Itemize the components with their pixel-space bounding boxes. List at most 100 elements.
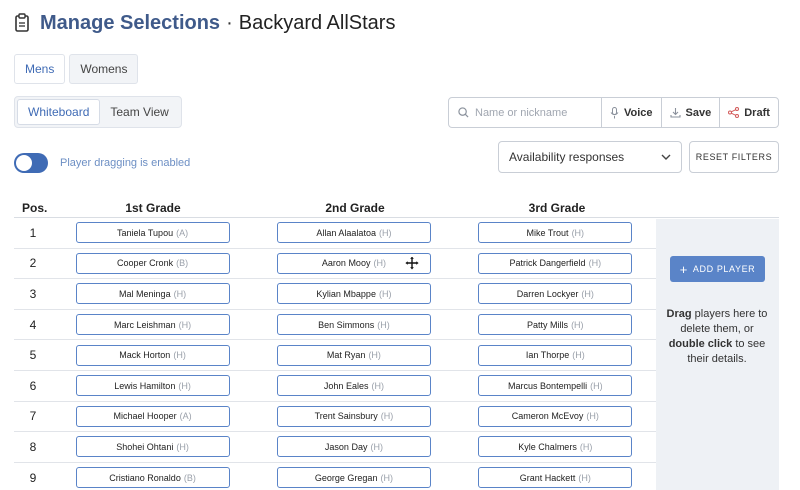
availability-code: (A) [179,411,192,422]
row-position: 5 [29,348,37,363]
chevron-down-icon [661,154,671,160]
team-name: Backyard AllStars [238,11,396,34]
search-box [449,98,602,127]
availability-code: (H) [588,258,602,269]
availability-code: (H) [578,472,591,483]
availability-code: (H) [370,441,383,452]
table-row: 8 Shohei Ohtani (H) Jason Day (H) Kyle Chalme… [14,432,656,463]
player-card[interactable]: Ian Thorpe (H) [478,344,633,366]
availability-code: (H) [586,411,599,422]
player-card[interactable]: Mack Horton (H) [75,344,230,366]
player-card[interactable]: Darren Lockyer (H) [478,283,633,305]
add-player-button[interactable]: + ADD PLAYER [670,256,765,282]
player-card[interactable]: Shohei Ohtani (H) [75,436,230,458]
availability-code: (H) [579,441,593,452]
reset-filters-button[interactable]: RESET FILTERS [689,141,779,173]
player-name: Marc Leishman [114,319,176,330]
availability-code: (H) [178,380,191,391]
player-card[interactable]: Patrick Dangerfield (H) [478,252,633,274]
player-card[interactable]: Lewis Hamilton (H) [75,375,230,397]
player-card[interactable]: Jason Day (H) [276,436,431,458]
player-name: Taniela Tupou [117,227,174,238]
player-card[interactable]: Marc Leishman (H) [75,314,230,336]
grade-cell: Mal Meninga (H) [52,283,253,305]
grade-cell: Lewis Hamilton (H) [52,375,253,397]
availability-code: (H) [571,227,585,238]
player-card[interactable]: Kylian Mbappe (H) [276,283,431,305]
grade-cell: Shohei Ohtani (H) [52,436,253,458]
row-position: 8 [29,439,37,454]
gender-tabs: Mens Womens [14,54,139,84]
player-name: Ian Thorpe [525,350,570,361]
player-name: Trent Sainsbury [314,411,378,422]
player-name: Mack Horton [119,350,171,361]
table-row: 2 Cooper Cronk (B) Aaron Mooy (H) Patrick Dan… [14,249,656,280]
player-card[interactable]: Michael Hooper (A) [75,405,230,427]
player-card[interactable]: Cameron McEvoy (H) [478,405,633,427]
player-card[interactable]: John Eales (H) [276,375,431,397]
header-2nd-grade: 2nd Grade [325,200,385,215]
tab-womens[interactable]: Womens [69,54,139,84]
save-label: Save [685,106,712,119]
availability-select-value: Availability responses [509,150,625,164]
grade-cell: Marc Leishman (H) [52,314,253,336]
voice-button[interactable]: Voice [602,98,662,127]
availability-code: (H) [380,472,393,483]
tab-team-view[interactable]: Team View [100,99,178,125]
availability-code: (H) [378,227,392,238]
player-name: Mike Trout [526,227,569,238]
player-card[interactable]: Mat Ryan (H) [276,344,431,366]
grade-cell: Patrick Dangerfield (H) [455,252,656,274]
row-position: 3 [29,286,37,301]
grade-cell: Kylian Mbappe (H) [253,283,454,305]
drag-toggle[interactable] [14,153,48,173]
page-header: Manage Selections · Backyard AllStars [14,10,395,36]
tab-mens[interactable]: Mens [14,54,66,84]
draft-button[interactable]: Draft [720,98,778,127]
availability-code: (B) [176,258,189,269]
grade-cell: Grant Hackett (H) [455,467,656,489]
player-name: Shohei Ohtani [116,441,174,452]
title-separator: · [226,11,233,34]
player-card[interactable]: Patty Mills (H) [478,314,633,336]
grade-cell: Patty Mills (H) [455,314,656,336]
availability-code: (H) [178,319,192,330]
grade-cell: Ben Simmons (H) [253,314,454,336]
search-input[interactable] [475,106,595,119]
availability-code: (H) [571,319,584,330]
player-name: Lewis Hamilton [114,380,176,391]
player-card[interactable]: Kyle Chalmers (H) [478,436,633,458]
grade-cell: Cristiano Ronaldo (B) [52,467,253,489]
player-card[interactable]: Allan Alaalatoa (H) [276,222,431,244]
row-position: 7 [29,409,37,424]
player-card[interactable]: Grant Hackett (H) [478,467,633,489]
availability-code: (H) [368,350,381,361]
drag-toggle-row: Player dragging is enabled [14,153,190,173]
grade-cell: Darren Lockyer (H) [455,283,656,305]
share-icon [728,107,740,118]
player-card[interactable]: Ben Simmons (H) [276,314,431,336]
player-name: John Eales [323,380,369,391]
drag-toggle-label: Player dragging is enabled [60,157,191,169]
player-card[interactable]: Mike Trout (H) [478,222,633,244]
player-card[interactable]: Cristiano Ronaldo (B) [75,467,230,489]
availability-select[interactable]: Availability responses [498,141,682,173]
download-icon [669,108,681,118]
header-1st-grade: 1st Grade [125,200,181,215]
player-card[interactable]: Mal Meninga (H) [75,283,230,305]
player-name: Cooper Cronk [117,258,174,269]
grade-cell: Mat Ryan (H) [253,344,454,366]
player-card[interactable]: Marcus Bontempelli (H) [478,375,633,397]
player-name: Jason Day [324,441,368,452]
player-name: Mat Ryan [326,350,366,361]
grade-cell: John Eales (H) [253,375,454,397]
availability-code: (H) [378,288,392,299]
help-double-click: double click [668,338,733,350]
player-card[interactable]: George Gregan (H) [276,467,431,489]
tab-whiteboard[interactable]: Whiteboard [17,99,101,125]
save-button[interactable]: Save [662,98,721,127]
player-card[interactable]: Trent Sainsbury (H) [276,405,431,427]
player-card[interactable]: Cooper Cronk (B) [75,252,230,274]
availability-code: (H) [581,288,594,299]
player-card[interactable]: Taniela Tupou (A) [75,222,230,244]
